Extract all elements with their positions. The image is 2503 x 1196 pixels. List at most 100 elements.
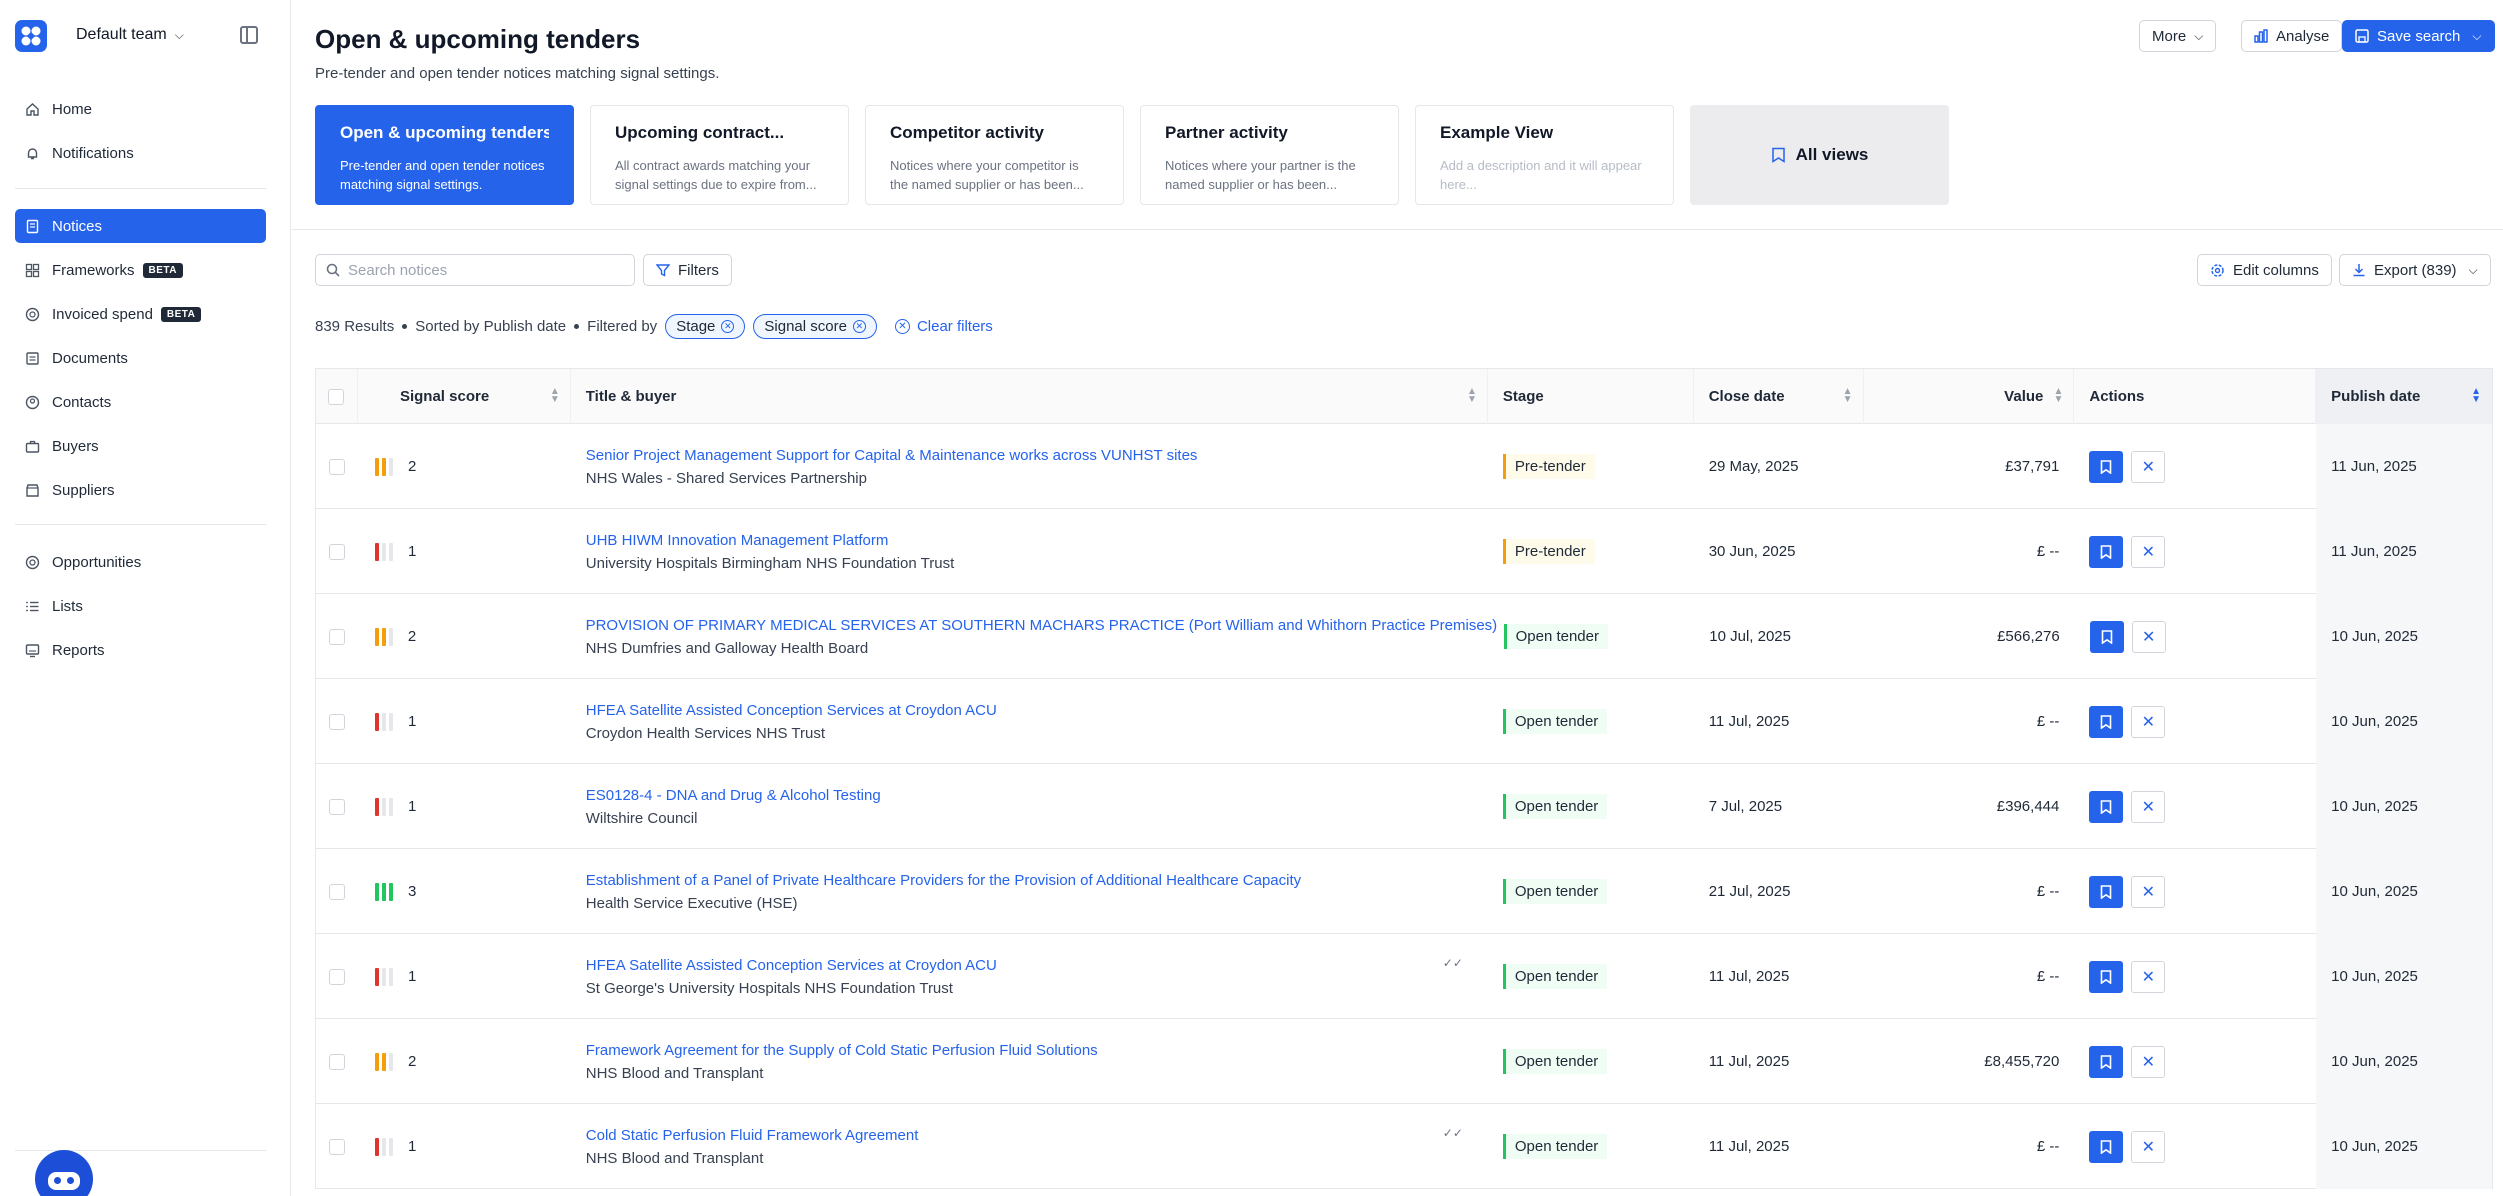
- bookmark-icon: [2101, 969, 2112, 984]
- table-row[interactable]: 1 Cold Static Perfusion Fluid Framework A…: [316, 1104, 2492, 1189]
- chevron-down-icon: ⌵: [2472, 28, 2482, 43]
- notice-title-link[interactable]: HFEA Satellite Assisted Conception Servi…: [586, 957, 997, 974]
- bookmark-button[interactable]: [2089, 960, 2124, 993]
- sidebar-item-notices[interactable]: Notices: [15, 209, 266, 243]
- collapse-sidebar-icon[interactable]: [240, 26, 258, 44]
- table-row[interactable]: 1 UHB HIWM Innovation Management Platform…: [316, 509, 2492, 594]
- filter-chip-stage[interactable]: Stage ✕: [665, 314, 746, 339]
- bookmark-button[interactable]: [2089, 705, 2124, 738]
- table-row[interactable]: 2 Senior Project Management Support for C…: [316, 424, 2492, 509]
- bookmark-button[interactable]: [2089, 535, 2124, 568]
- dismiss-button[interactable]: ✕: [2131, 790, 2166, 823]
- view-card-competitor-activity[interactable]: Competitor activity Notices where your co…: [865, 105, 1124, 205]
- app-logo-icon[interactable]: [15, 20, 47, 52]
- sidebar-item-notifications[interactable]: Notifications: [15, 136, 266, 170]
- row-checkbox[interactable]: [328, 883, 345, 900]
- sidebar-item-home[interactable]: Home: [15, 92, 266, 126]
- signal-score-value: 2: [407, 458, 417, 475]
- more-button[interactable]: More ⌵: [2139, 20, 2217, 52]
- row-checkbox[interactable]: [328, 968, 345, 985]
- dismiss-button[interactable]: ✕: [2131, 960, 2166, 993]
- sidebar-item-suppliers[interactable]: Suppliers: [15, 473, 266, 507]
- sidebar-item-frameworks[interactable]: Frameworks BETA: [15, 253, 266, 287]
- table-row[interactable]: 2 PROVISION OF PRIMARY MEDICAL SERVICES A…: [316, 594, 2492, 679]
- notice-title-link[interactable]: Framework Agreement for the Supply of Co…: [586, 1042, 1098, 1059]
- table-row[interactable]: 2 Framework Agreement for the Supply of C…: [316, 1019, 2492, 1104]
- sidebar-item-reports[interactable]: Reports: [15, 633, 266, 667]
- sort-desc-icon[interactable]: ▲ ▼: [2471, 387, 2481, 405]
- row-checkbox[interactable]: [328, 543, 345, 560]
- nav-divider: [15, 1150, 266, 1151]
- row-checkbox[interactable]: [328, 798, 345, 815]
- search-box[interactable]: [315, 254, 635, 286]
- view-card-upcoming-contract[interactable]: Upcoming contract... All contract awards …: [590, 105, 849, 205]
- column-header-publish-date[interactable]: Publish date ▲ ▼: [2316, 369, 2492, 424]
- notice-title-link[interactable]: UHB HIWM Innovation Management Platform: [586, 532, 889, 549]
- sort-icon[interactable]: ▲ ▼: [1467, 387, 1477, 405]
- bookmark-button[interactable]: [2089, 1045, 2124, 1078]
- remove-filter-icon[interactable]: ✕: [852, 320, 866, 333]
- bookmark-button[interactable]: [2089, 790, 2124, 823]
- dismiss-button[interactable]: ✕: [2131, 620, 2166, 653]
- column-header-close-date[interactable]: Close date ▲ ▼: [1694, 369, 1864, 424]
- assistant-bot-icon[interactable]: [35, 1150, 93, 1196]
- separator-dot: [402, 324, 408, 329]
- table-row[interactable]: 1 HFEA Satellite Assisted Conception Serv…: [316, 679, 2492, 764]
- filters-button[interactable]: Filters: [643, 254, 732, 286]
- sort-icon[interactable]: ▲ ▼: [550, 387, 560, 405]
- search-input[interactable]: [348, 261, 618, 279]
- bookmark-button[interactable]: [2089, 875, 2124, 908]
- sidebar-item-buyers[interactable]: Buyers: [15, 429, 266, 463]
- remove-filter-icon[interactable]: ✕: [721, 320, 735, 333]
- row-checkbox[interactable]: [328, 458, 345, 475]
- filter-chip-signal-score[interactable]: Signal score ✕: [753, 314, 877, 339]
- sidebar-item-invoiced-spend[interactable]: Invoiced spend BETA: [15, 297, 266, 331]
- notice-title-link[interactable]: Cold Static Perfusion Fluid Framework Ag…: [586, 1127, 919, 1144]
- sidebar-item-documents[interactable]: Documents: [15, 341, 266, 375]
- view-card-partner-activity[interactable]: Partner activity Notices where your partn…: [1140, 105, 1399, 205]
- dismiss-button[interactable]: ✕: [2131, 450, 2166, 483]
- view-card-example-view[interactable]: Example View Add a description and it wil…: [1415, 105, 1674, 205]
- select-all-checkbox[interactable]: [328, 388, 345, 405]
- column-header-signal-score[interactable]: Signal score ▲ ▼: [358, 369, 571, 424]
- analyse-button[interactable]: Analyse: [2241, 20, 2343, 52]
- column-header-title-buyer[interactable]: Title & buyer ▲ ▼: [571, 369, 1488, 424]
- dismiss-button[interactable]: ✕: [2131, 705, 2166, 738]
- bookmark-button[interactable]: [2089, 1130, 2124, 1163]
- edit-columns-button[interactable]: Edit columns: [2197, 254, 2332, 286]
- dismiss-button[interactable]: ✕: [2131, 535, 2166, 568]
- dismiss-button[interactable]: ✕: [2131, 875, 2166, 908]
- bookmark-button[interactable]: [2089, 620, 2124, 653]
- column-header-value[interactable]: Value ▲ ▼: [1864, 369, 2075, 424]
- nav-divider: [15, 524, 266, 525]
- bookmark-icon: [2101, 799, 2112, 814]
- bookmark-button[interactable]: [2089, 450, 2124, 483]
- sidebar-item-opportunities[interactable]: Opportunities: [15, 545, 266, 579]
- sort-icon[interactable]: ▲ ▼: [2053, 387, 2063, 405]
- export-button[interactable]: Export (839) ⌵: [2339, 254, 2491, 286]
- team-switcher[interactable]: Default team ⌵: [76, 26, 184, 44]
- row-checkbox[interactable]: [328, 628, 345, 645]
- notice-title-link[interactable]: PROVISION OF PRIMARY MEDICAL SERVICES AT…: [586, 617, 1498, 634]
- notice-title-link[interactable]: Senior Project Management Support for Ca…: [586, 447, 1198, 464]
- dismiss-button[interactable]: ✕: [2131, 1130, 2166, 1163]
- view-title: Open & upcoming tenders: [340, 123, 549, 142]
- table-row[interactable]: 3 Establishment of a Panel of Private Hea…: [316, 849, 2492, 934]
- all-views-button[interactable]: All views: [1690, 105, 1949, 205]
- sidebar-item-contacts[interactable]: Contacts: [15, 385, 266, 419]
- table-row[interactable]: 1 HFEA Satellite Assisted Conception Serv…: [316, 934, 2492, 1019]
- row-checkbox[interactable]: [328, 1053, 345, 1070]
- row-checkbox[interactable]: [328, 1138, 345, 1155]
- clear-filters-button[interactable]: ✕ Clear filters: [894, 318, 993, 335]
- row-checkbox[interactable]: [328, 713, 345, 730]
- save-search-button[interactable]: Save search ⌵: [2342, 20, 2495, 52]
- table-row[interactable]: 1 ES0128-4 - DNA and Drug & Alcohol Testi…: [316, 764, 2492, 849]
- view-card-open-upcoming-tenders[interactable]: Open & upcoming tenders Pre-tender and op…: [315, 105, 574, 205]
- dismiss-button[interactable]: ✕: [2131, 1045, 2166, 1078]
- sort-icon[interactable]: ▲ ▼: [1843, 387, 1853, 405]
- notice-title-link[interactable]: HFEA Satellite Assisted Conception Servi…: [586, 702, 997, 719]
- notice-title-link[interactable]: ES0128-4 - DNA and Drug & Alcohol Testin…: [586, 787, 881, 804]
- notice-title-link[interactable]: Establishment of a Panel of Private Heal…: [586, 872, 1301, 889]
- sidebar-item-lists[interactable]: Lists: [15, 589, 266, 623]
- column-header-stage[interactable]: Stage: [1488, 369, 1694, 424]
